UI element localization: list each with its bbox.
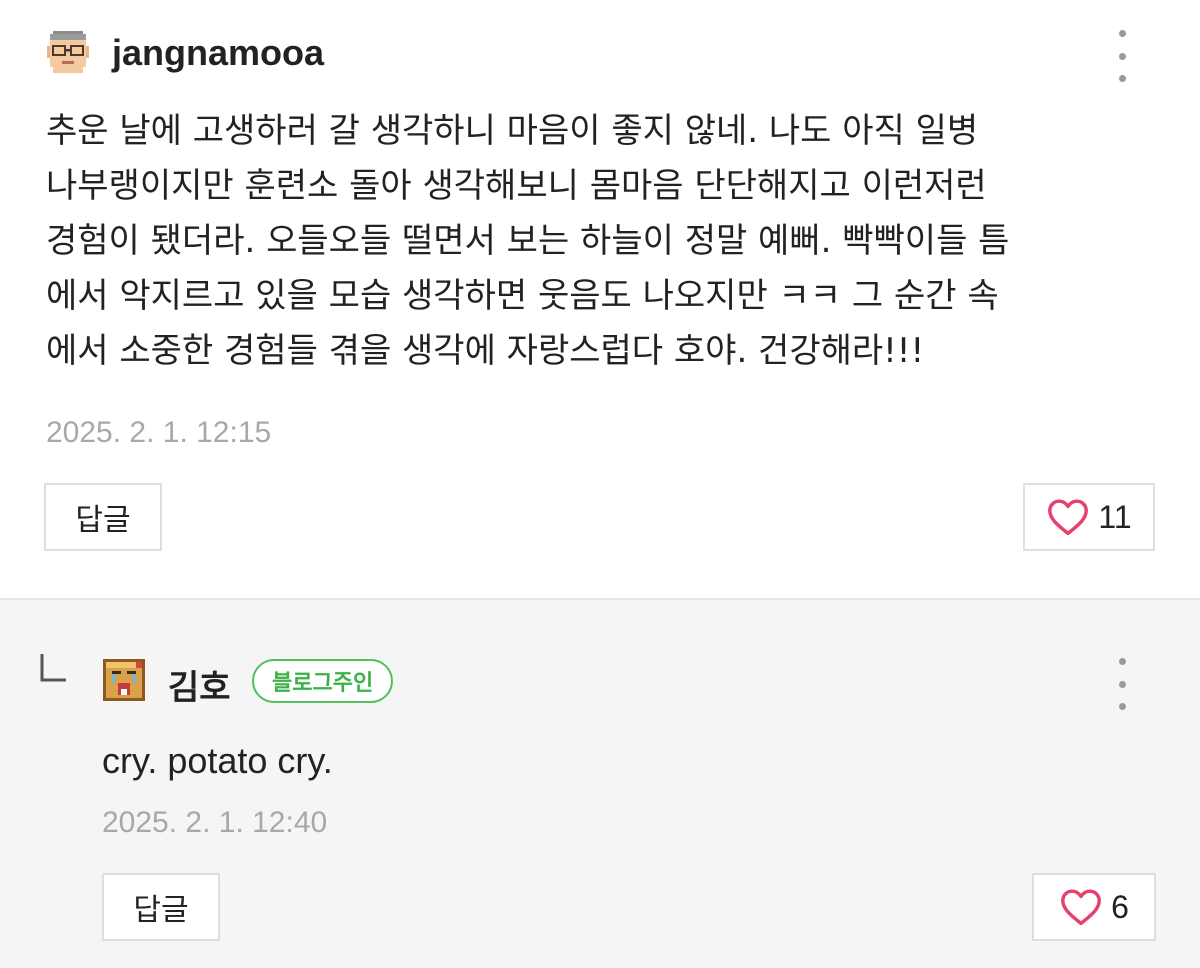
reply-button-label: 답글 bbox=[133, 893, 189, 928]
comment-text-line: 에서 소중한 경험들 겪을 생각에 자랑스럽다 호야. 건강해라!!! bbox=[46, 331, 925, 371]
comment-text-line: 추운 날에 고생하러 갈 생각하니 마음이 좋지 않네. 나도 아직 일병 bbox=[46, 111, 979, 151]
blog-owner-badge: 블로그주인 bbox=[252, 659, 394, 703]
like-count: 6 bbox=[1111, 888, 1129, 925]
comment-text-line: 경험이 됐더라. 오들오들 떨면서 보는 하늘이 정말 예뻐. 빡빡이들 틈 bbox=[46, 221, 1010, 261]
heart-icon bbox=[1061, 889, 1102, 926]
reply-more-options-icon[interactable] bbox=[1112, 658, 1132, 710]
reply-like-button[interactable]: 6 bbox=[1032, 873, 1156, 941]
reply-date: 2025. 2. 1. 12:40 bbox=[102, 806, 328, 839]
glasses-face-icon[interactable] bbox=[44, 28, 92, 76]
reply-button-label: 답글 bbox=[75, 503, 131, 538]
crying-block-icon[interactable] bbox=[100, 656, 148, 704]
comment-date: 2025. 2. 1. 12:15 bbox=[46, 416, 272, 449]
reply-button[interactable]: 답글 bbox=[44, 483, 162, 551]
reply-author[interactable]: 김호 bbox=[168, 660, 231, 709]
like-button[interactable]: 11 bbox=[1023, 483, 1155, 551]
reply-reply-button[interactable]: 답글 bbox=[102, 873, 220, 941]
comment-text-line: 나부랭이지만 훈련소 돌아 생각해보니 몸마음 단단해지고 이런저런 bbox=[46, 166, 987, 206]
reply-text: cry. potato cry. bbox=[102, 740, 333, 781]
more-options-icon[interactable] bbox=[1112, 30, 1132, 82]
heart-icon bbox=[1048, 499, 1089, 536]
comment-author[interactable]: jangnamooa bbox=[112, 32, 324, 74]
comment-item: jangnamooa 추운 날에 고생하러 갈 생각하니 마음이 좋지 않네. … bbox=[0, 0, 1200, 598]
comment-text-line: 에서 악지르고 있을 모습 생각하면 웃음도 나오지만 ㅋㅋ 그 순간 속 bbox=[46, 276, 999, 316]
like-count: 11 bbox=[1098, 498, 1132, 535]
reply-indent-icon bbox=[40, 654, 66, 682]
